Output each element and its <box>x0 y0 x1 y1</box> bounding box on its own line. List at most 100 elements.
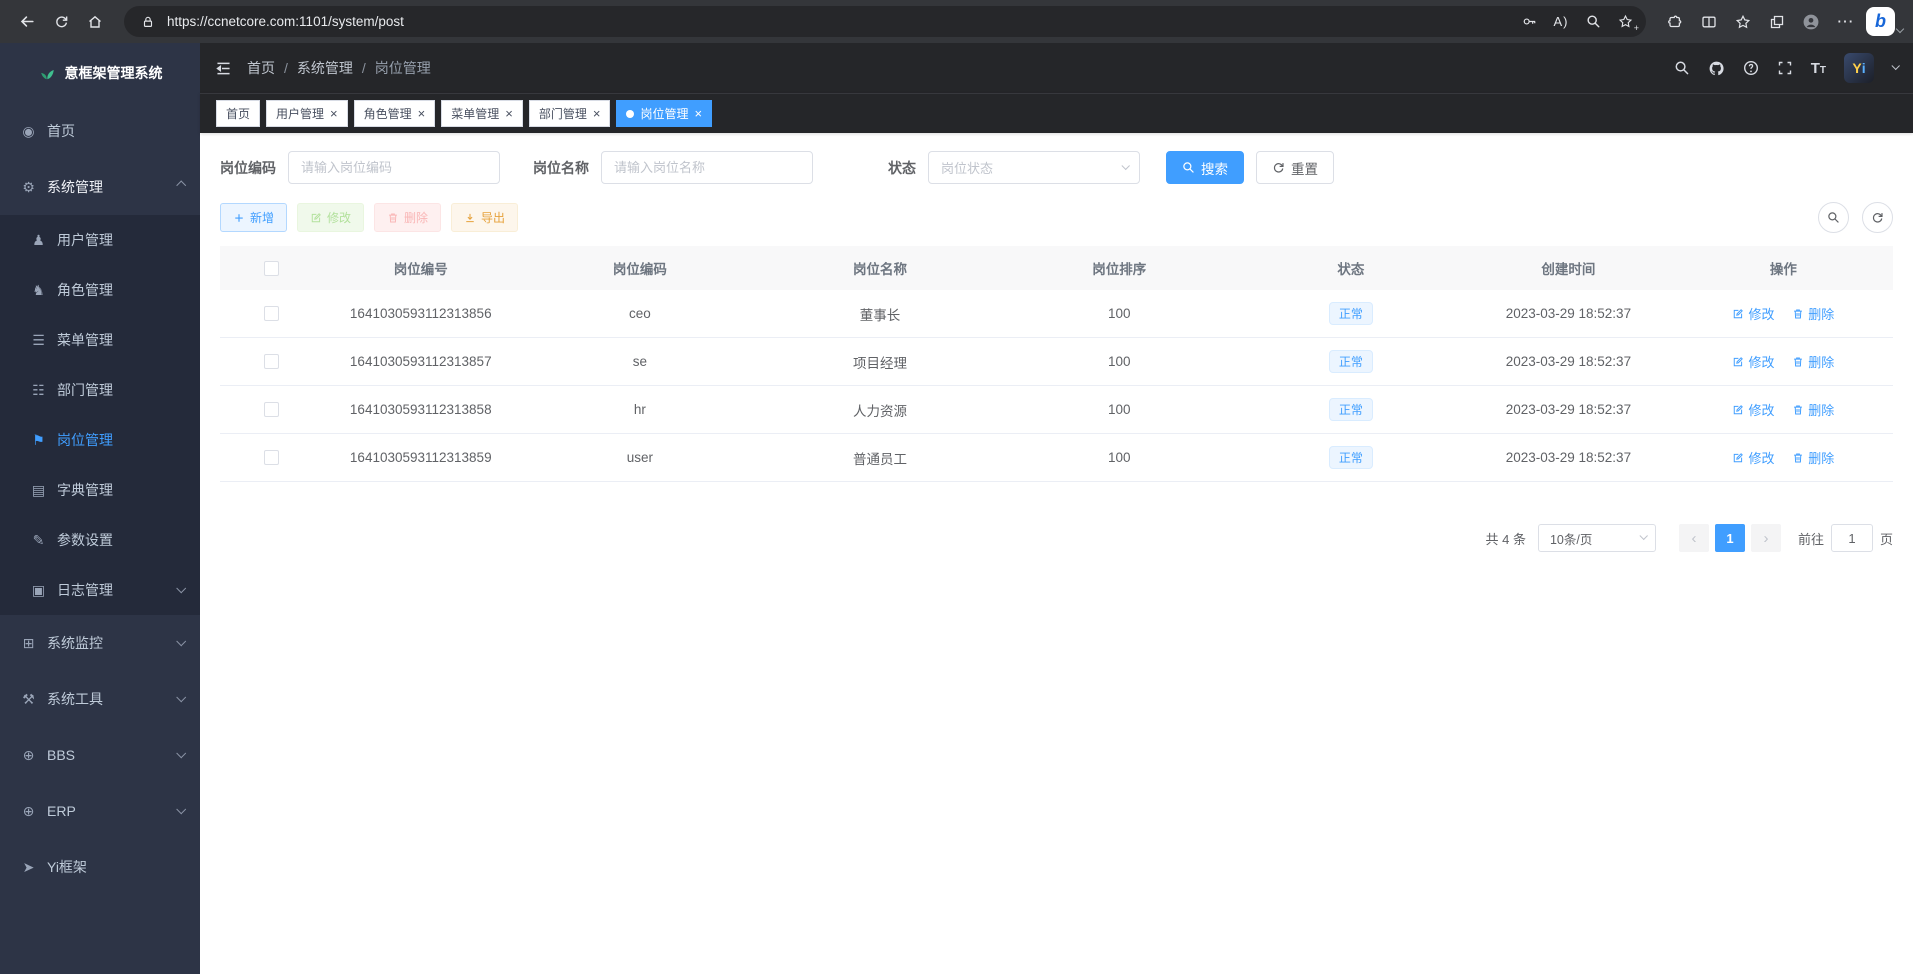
sidebar-item-system-monitor[interactable]: ⊞ 系统监控 <box>0 615 200 671</box>
close-icon[interactable]: × <box>505 107 513 120</box>
favorites-icon[interactable] <box>1726 5 1760 39</box>
fullscreen-icon[interactable] <box>1777 60 1793 76</box>
delete-action-button[interactable]: 删除 <box>1792 304 1834 323</box>
delete-action-button[interactable]: 删除 <box>1792 352 1834 371</box>
password-key-icon[interactable] <box>1514 8 1544 35</box>
copilot-icon[interactable]: b <box>1866 7 1895 36</box>
search-icon[interactable] <box>1674 60 1690 76</box>
row-checkbox[interactable] <box>264 402 279 417</box>
page-content: 岗位编码 岗位名称 状态 岗位状态 <box>200 133 1913 974</box>
profile-avatar[interactable] <box>1794 5 1828 39</box>
cell-post-name: 人力资源 <box>760 400 999 420</box>
column-header-post-id: 岗位编号 <box>322 258 519 278</box>
sidebar-menu: ◉ 首页 ⚙ 系统管理 ♟ 用户管理 ♞ 角色管理 <box>0 103 200 974</box>
sidebar-item-system-management[interactable]: ⚙ 系统管理 <box>0 159 200 215</box>
post-code-label: 岗位编码 <box>220 158 276 178</box>
tab-post-management[interactable]: 岗位管理× <box>616 100 712 127</box>
font-size-icon[interactable]: TT <box>1811 61 1826 76</box>
tab-dept-management[interactable]: 部门管理× <box>529 100 611 127</box>
sidebar-item-home[interactable]: ◉ 首页 <box>0 103 200 159</box>
cell-post-name: 董事长 <box>760 304 999 324</box>
more-menu-icon[interactable]: ⋯ <box>1828 5 1862 39</box>
row-checkbox[interactable] <box>264 306 279 321</box>
read-aloud-icon[interactable]: A) <box>1546 8 1576 35</box>
post-name-input[interactable] <box>601 151 813 184</box>
delete-action-button[interactable]: 删除 <box>1792 448 1834 467</box>
tools-icon: ⚒ <box>20 691 37 708</box>
edit-button[interactable]: 修改 <box>297 203 364 232</box>
sidebar-item-role-management[interactable]: ♞ 角色管理 <box>0 265 200 315</box>
edit-icon <box>310 212 322 224</box>
cell-post-code: hr <box>519 402 760 417</box>
breadcrumb-system-management[interactable]: 系统管理 <box>297 58 353 78</box>
extensions-icon[interactable] <box>1658 5 1692 39</box>
favorites-add-icon[interactable]: + <box>1610 8 1640 35</box>
prev-page-button[interactable]: ‹ <box>1679 524 1709 552</box>
close-icon[interactable]: × <box>330 107 338 120</box>
page-size-select[interactable]: 10条/页 <box>1538 524 1656 552</box>
search-button[interactable]: 搜索 <box>1166 151 1244 184</box>
goto-page-input[interactable] <box>1831 524 1873 552</box>
edit-action-button[interactable]: 修改 <box>1732 448 1774 467</box>
site-info-icon[interactable] <box>138 12 158 32</box>
next-page-button[interactable]: › <box>1751 524 1781 552</box>
dashboard-icon: ◉ <box>20 123 37 140</box>
sidebar-item-yi-framework[interactable]: ➤ Yi框架 <box>0 839 200 895</box>
github-icon[interactable] <box>1708 60 1725 77</box>
collections-icon[interactable] <box>1760 5 1794 39</box>
delete-action-button[interactable]: 删除 <box>1792 400 1834 419</box>
select-all-checkbox[interactable] <box>264 261 279 276</box>
tab-home[interactable]: 首页 <box>216 100 260 127</box>
sidebar-item-dept-management[interactable]: ☷ 部门管理 <box>0 365 200 415</box>
status-label: 状态 <box>888 158 916 178</box>
edit-action-button[interactable]: 修改 <box>1732 400 1774 419</box>
sidebar-item-erp[interactable]: ⊕ ERP <box>0 783 200 839</box>
row-checkbox[interactable] <box>264 450 279 465</box>
edit-action-button[interactable]: 修改 <box>1732 352 1774 371</box>
filter-form: 岗位编码 岗位名称 状态 岗位状态 <box>220 151 1893 184</box>
post-code-input[interactable] <box>288 151 500 184</box>
avatar-dropdown-icon[interactable] <box>1891 62 1899 70</box>
row-checkbox[interactable] <box>264 354 279 369</box>
copilot-caret-icon[interactable] <box>1896 24 1904 32</box>
cell-created-time: 2023-03-29 18:52:37 <box>1463 306 1674 321</box>
split-screen-icon[interactable] <box>1692 5 1726 39</box>
table-refresh-button[interactable] <box>1862 202 1893 233</box>
user-avatar[interactable]: Yi <box>1844 53 1874 83</box>
page-number-button[interactable]: 1 <box>1715 524 1745 552</box>
sidebar-item-dict-management[interactable]: ▤ 字典管理 <box>0 465 200 515</box>
sidebar-item-bbs[interactable]: ⊕ BBS <box>0 727 200 783</box>
edit-action-button[interactable]: 修改 <box>1732 304 1774 323</box>
tab-role-management[interactable]: 角色管理× <box>354 100 436 127</box>
sidebar-item-post-management[interactable]: ⚑ 岗位管理 <box>0 415 200 465</box>
main-area: 首页 / 系统管理 / 岗位管理 TT Yi 首页 <box>200 43 1913 974</box>
breadcrumb-home[interactable]: 首页 <box>247 58 275 78</box>
sidebar-fold-icon[interactable] <box>215 60 232 77</box>
status-badge: 正常 <box>1329 302 1373 325</box>
tab-menu-management[interactable]: 菜单管理× <box>441 100 523 127</box>
sidebar-item-param-settings[interactable]: ✎ 参数设置 <box>0 515 200 565</box>
address-bar[interactable]: https://ccnetcore.com:1101/system/post A… <box>124 6 1646 37</box>
tab-user-management[interactable]: 用户管理× <box>266 100 348 127</box>
sidebar-item-system-tools[interactable]: ⚒ 系统工具 <box>0 671 200 727</box>
sidebar-item-log-management[interactable]: ▣ 日志管理 <box>0 565 200 615</box>
export-button[interactable]: 导出 <box>451 203 518 232</box>
sidebar-item-user-management[interactable]: ♟ 用户管理 <box>0 215 200 265</box>
browser-refresh-button[interactable] <box>44 5 78 39</box>
sidebar-item-menu-management[interactable]: ☰ 菜单管理 <box>0 315 200 365</box>
browser-back-button[interactable] <box>10 5 44 39</box>
reset-button[interactable]: 重置 <box>1256 151 1334 184</box>
delete-button[interactable]: 删除 <box>374 203 441 232</box>
status-select[interactable]: 岗位状态 <box>928 151 1140 184</box>
help-icon[interactable] <box>1743 60 1759 76</box>
close-icon[interactable]: × <box>694 107 702 120</box>
browser-home-button[interactable] <box>78 5 112 39</box>
toggle-search-button[interactable] <box>1818 202 1849 233</box>
url-text[interactable]: https://ccnetcore.com:1101/system/post <box>167 14 1514 29</box>
close-icon[interactable]: × <box>418 107 426 120</box>
pagination: 共 4 条 10条/页 ‹ 1 › 前往 页 <box>220 524 1893 552</box>
chevron-down-icon <box>1121 161 1129 169</box>
close-icon[interactable]: × <box>593 107 601 120</box>
zoom-icon[interactable] <box>1578 8 1608 35</box>
add-button[interactable]: 新增 <box>220 203 287 232</box>
